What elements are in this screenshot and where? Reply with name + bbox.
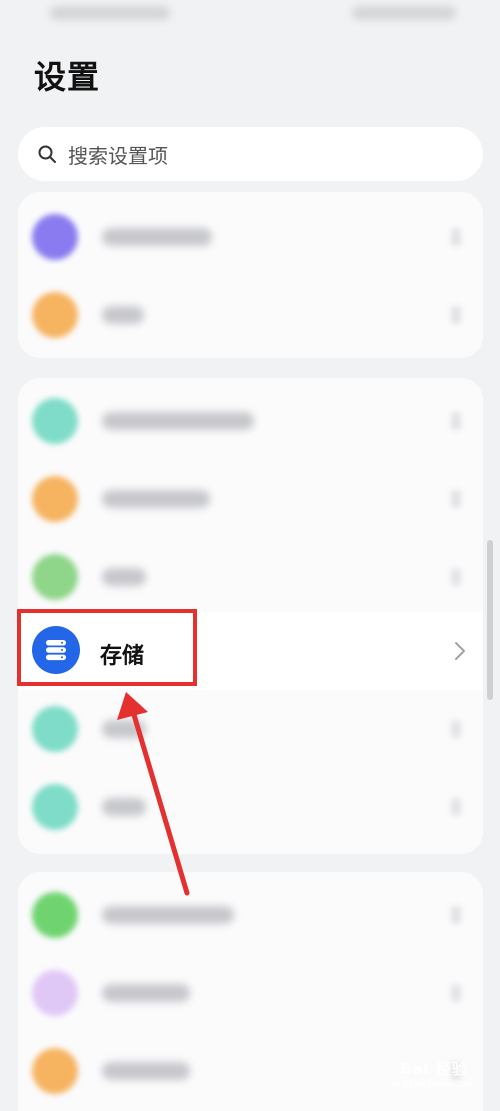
blurred-icon: [32, 476, 78, 522]
blurred-label: [102, 1062, 190, 1080]
chevron-right-icon: [451, 490, 461, 508]
search-input[interactable]: 搜索设置项: [18, 127, 483, 181]
status-bar-left-blurred: [50, 6, 170, 20]
chevron-right-icon: [451, 412, 461, 430]
list-item[interactable]: [18, 768, 483, 846]
blurred-icon: [32, 292, 78, 338]
list-item[interactable]: [18, 198, 483, 276]
search-icon: [36, 143, 58, 165]
blurred-label: [102, 906, 234, 924]
chevron-right-icon: [451, 984, 461, 1002]
watermark-text: Bai 经验: [400, 1060, 468, 1078]
blurred-label: [102, 412, 254, 430]
status-bar: [0, 0, 500, 36]
list-item[interactable]: [18, 382, 483, 460]
search-placeholder: 搜索设置项: [68, 143, 168, 168]
page-title: 设置: [34, 58, 101, 96]
blurred-icon: [32, 706, 78, 752]
settings-group-1: [18, 192, 483, 358]
highlight-box: [17, 609, 197, 686]
list-item[interactable]: [18, 690, 483, 768]
chevron-right-icon: [451, 228, 461, 246]
blurred-label: [102, 720, 146, 738]
scrollbar[interactable]: [487, 540, 493, 700]
blurred-label: [102, 490, 210, 508]
watermark-sub: jingyan.baidu.com: [392, 1079, 476, 1089]
blurred-label: [102, 984, 190, 1002]
list-item[interactable]: [18, 276, 483, 354]
list-item[interactable]: [18, 876, 483, 954]
settings-screen: 设置 搜索设置项 存储 Bai 经验 jingyan.baidu.com: [0, 0, 500, 1111]
list-item[interactable]: [18, 954, 483, 1032]
list-item[interactable]: [18, 460, 483, 538]
chevron-right-icon: [451, 720, 461, 738]
blurred-icon: [32, 554, 78, 600]
blurred-icon: [32, 784, 78, 830]
watermark: Bai 经验 jingyan.baidu.com: [384, 1058, 484, 1102]
chevron-right-icon: [451, 568, 461, 586]
blurred-label: [102, 798, 146, 816]
chevron-right-icon: [451, 798, 461, 816]
chevron-right-icon: [453, 640, 467, 662]
list-item[interactable]: [18, 538, 483, 616]
blurred-label: [102, 228, 212, 246]
chevron-right-icon: [451, 306, 461, 324]
blurred-icon: [32, 970, 78, 1016]
blurred-icon: [32, 398, 78, 444]
blurred-label: [102, 306, 144, 324]
chevron-right-icon: [451, 906, 461, 924]
blurred-icon: [32, 1048, 78, 1094]
blurred-label: [102, 568, 146, 586]
status-bar-right-blurred: [352, 6, 456, 20]
blurred-icon: [32, 892, 78, 938]
blurred-icon: [32, 214, 78, 260]
